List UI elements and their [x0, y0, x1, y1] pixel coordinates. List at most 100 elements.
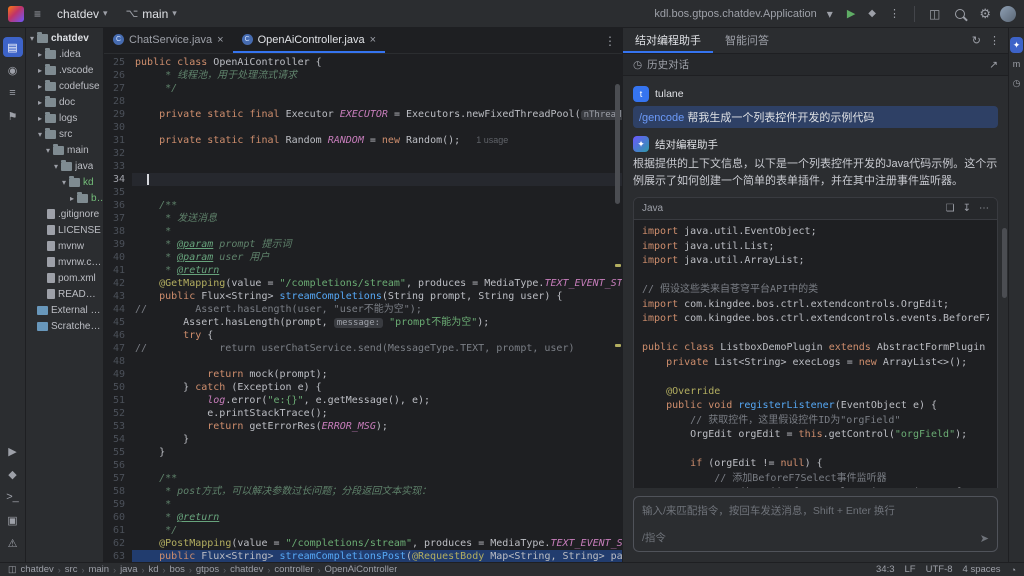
app-logo-icon[interactable]	[8, 6, 24, 22]
warning-stripe-mark[interactable]	[615, 344, 621, 347]
assistant-tab[interactable]: 智能问答	[713, 28, 781, 53]
gutter-line-number[interactable]: 59	[104, 498, 125, 511]
code-line[interactable]: log.error("e:{}", e.getMessage(), e);	[132, 394, 622, 407]
code-line[interactable]: private static final Random RANDOM = new…	[132, 134, 622, 147]
code-line[interactable]	[132, 121, 622, 134]
status-item[interactable]: 4 spaces	[963, 564, 1001, 575]
code-line[interactable]: * @param user 用户	[132, 251, 622, 264]
project-icon[interactable]: ▤	[3, 37, 23, 57]
code-line[interactable]: public Flux<String> streamCompletions(St…	[132, 290, 622, 303]
gutter-line-number[interactable]: 51	[104, 394, 125, 407]
gutter-line-number[interactable]: 52	[104, 407, 125, 420]
send-icon[interactable]: ➤	[980, 532, 989, 545]
breadcrumb-item[interactable]: gtpos	[196, 564, 219, 575]
status-item[interactable]: LF	[905, 564, 916, 575]
debug-icon[interactable]: ◆	[3, 464, 23, 484]
code-line[interactable]	[132, 355, 622, 368]
tree-item[interactable]: .gitignore	[26, 206, 103, 222]
gutter-line-number[interactable]: 57	[104, 472, 125, 485]
chevron-right-icon[interactable]: ▸	[36, 50, 44, 59]
code-line[interactable]: e.printStackTrace();	[132, 407, 622, 420]
code-line[interactable]: * @param prompt 提示词	[132, 238, 622, 251]
gutter-line-number[interactable]: 27	[104, 82, 125, 95]
notifications-icon[interactable]: ◔	[1011, 565, 1016, 575]
gutter-line-number[interactable]: 50	[104, 381, 125, 394]
gutter-line-number[interactable]: 47	[104, 342, 125, 355]
gutter-line-number[interactable]: 34	[104, 173, 125, 186]
code-line[interactable]: @PostMapping(value = "/completions/strea…	[132, 537, 622, 550]
bookmarks-icon[interactable]: ⚑	[3, 106, 23, 126]
notifications-icon[interactable]: ◷	[1010, 75, 1023, 91]
gutter-line-number[interactable]: 41	[104, 264, 125, 277]
assistant-tab[interactable]: 结对编程助手	[623, 28, 713, 53]
tree-item[interactable]: ▸doc	[26, 94, 103, 110]
breadcrumb-item[interactable]: chatdev	[21, 564, 54, 575]
code-line[interactable]: return mock(prompt);	[132, 368, 622, 381]
tree-item[interactable]: ▾src	[26, 126, 103, 142]
user-avatar[interactable]	[1000, 6, 1016, 22]
more-actions-icon[interactable]: ⋮	[885, 5, 904, 22]
gutter-line-number[interactable]: 31	[104, 134, 125, 147]
breadcrumb-item[interactable]: chatdev	[230, 564, 263, 575]
tree-item[interactable]: LICENSE	[26, 222, 103, 238]
gutter-line-number[interactable]: 53	[104, 420, 125, 433]
branch-widget[interactable]: ⌥ main ▾	[120, 5, 183, 23]
commit-icon[interactable]: ◉	[3, 60, 23, 80]
gutter-line-number[interactable]: 56	[104, 459, 125, 472]
chevron-down-icon[interactable]: ▾	[823, 6, 837, 22]
main-menu-icon[interactable]: ≡	[30, 6, 45, 22]
chevron-right-icon[interactable]: ▸	[36, 66, 44, 75]
gutter-line-number[interactable]: 32	[104, 147, 125, 160]
gutter-line-number[interactable]: 58	[104, 485, 125, 498]
chevron-down-icon[interactable]: ▾	[44, 146, 52, 155]
layout-icon[interactable]: ◫	[8, 564, 17, 575]
code-line[interactable]: }	[132, 446, 622, 459]
code-line[interactable]: // return userChatService.send(MessageTy…	[132, 342, 622, 355]
search-icon[interactable]	[955, 9, 965, 19]
code-line[interactable]: * 发送消息	[132, 212, 622, 225]
gutter-line-number[interactable]: 55	[104, 446, 125, 459]
gutter-line-number[interactable]: 30	[104, 121, 125, 134]
user-message[interactable]: /gencode 帮我生成一个列表控件开发的示例代码	[633, 106, 998, 128]
structure-icon[interactable]: ≡	[3, 83, 23, 103]
code-line[interactable]: */	[132, 524, 622, 537]
refresh-icon[interactable]: ↻	[972, 34, 981, 47]
code-line[interactable]: // Assert.hasLength(user, "user不能为空");	[132, 303, 622, 316]
chevron-down-icon[interactable]: ▾	[28, 34, 36, 43]
gutter-line-number[interactable]: 25	[104, 56, 125, 69]
code-line[interactable]: * 线程池，用于处理流式请求	[132, 69, 622, 82]
gutter-line-number[interactable]: 38	[104, 225, 125, 238]
layout-icon[interactable]: ◫	[925, 6, 944, 22]
copy-icon[interactable]: ❏	[946, 203, 955, 214]
code-line[interactable]	[132, 459, 622, 472]
maven-icon[interactable]: m	[1010, 56, 1023, 72]
breadcrumb-item[interactable]: bos	[170, 564, 185, 575]
editor-tab[interactable]: COpenAiController.java×	[233, 28, 385, 53]
tree-item[interactable]: README.md	[26, 286, 103, 302]
tree-item[interactable]: ▸codefuse	[26, 78, 103, 94]
gutter-line-number[interactable]: 44	[104, 303, 125, 316]
tree-item[interactable]: ▸bos	[26, 190, 103, 206]
command-hint[interactable]: /指令	[642, 530, 989, 545]
gutter-line-number[interactable]: 45	[104, 316, 125, 329]
gutter-line-number[interactable]: 48	[104, 355, 125, 368]
status-item[interactable]: UTF-8	[926, 564, 953, 575]
more-icon[interactable]: ⋯	[979, 203, 989, 214]
gutter-line-number[interactable]: 46	[104, 329, 125, 342]
code-line[interactable]: /**	[132, 472, 622, 485]
terminal-icon[interactable]: >_	[3, 487, 23, 507]
code-line[interactable]	[132, 147, 622, 160]
run-configuration[interactable]: kdl.bos.gtpos.chatdev.Application	[654, 8, 816, 20]
chat-input-box[interactable]: /指令 ➤	[633, 496, 998, 552]
gutter-line-number[interactable]: 35	[104, 186, 125, 199]
breadcrumb-item[interactable]: kd	[149, 564, 159, 575]
gutter-line-number[interactable]: 62	[104, 537, 125, 550]
run-icon[interactable]: ▶	[3, 441, 23, 461]
breadcrumb-item[interactable]: src	[65, 564, 78, 575]
more-icon[interactable]: ⋮	[989, 34, 1000, 47]
code-line[interactable]: *	[132, 498, 622, 511]
code-area[interactable]: 2526272829303132333435363738394041424344…	[104, 54, 622, 562]
warning-stripe-mark[interactable]	[615, 264, 621, 267]
code-line[interactable]: return getErrorRes(ERROR_MSG);	[132, 420, 622, 433]
editor-gutter[interactable]: 2526272829303132333435363738394041424344…	[104, 56, 132, 562]
